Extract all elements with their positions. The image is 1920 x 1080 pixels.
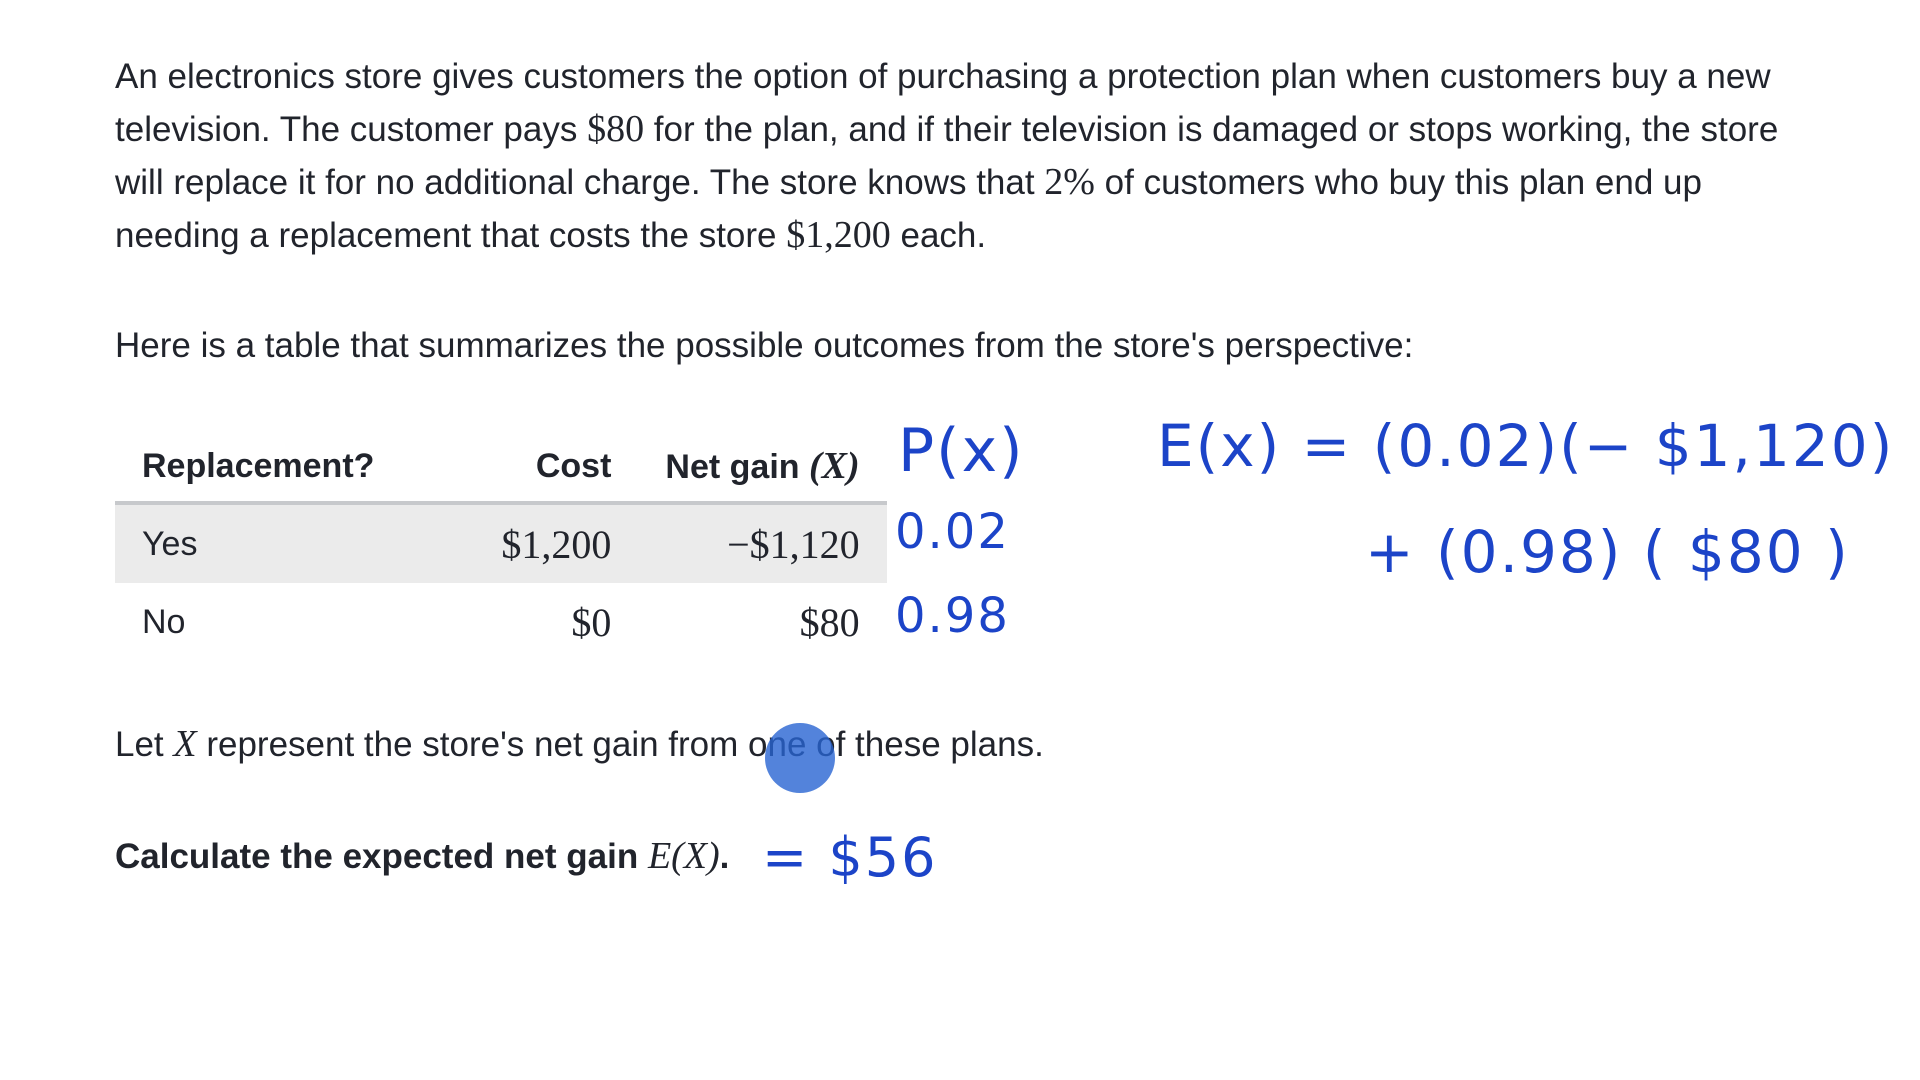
handwritten-expectation-line-2: + (0.98) ( $80 ) xyxy=(1365,518,1850,586)
problem-statement: An electronics store gives customers the… xyxy=(115,50,1795,262)
table-row: No $0 $80 xyxy=(115,583,887,661)
cell-net-gain: $80 xyxy=(799,599,860,645)
header-net-gain: Net gain (X) xyxy=(638,435,887,505)
cell-cost: $1,200 xyxy=(474,503,639,583)
handwritten-probability-no: 0.98 xyxy=(895,588,1010,644)
cell-net-gain: −$1,120 xyxy=(638,503,887,583)
question-end: . xyxy=(719,837,730,876)
replacement-cost: $1,200 xyxy=(786,214,891,256)
header-net-gain-variable: (X) xyxy=(808,445,860,487)
pointer-cursor xyxy=(765,723,835,793)
header-net-gain-label: Net gain xyxy=(665,448,809,486)
variable-definition: Let X represent the store's net gain fro… xyxy=(115,718,1044,771)
header-replacement: Replacement? xyxy=(115,435,475,505)
handwritten-probability-header: P(x) xyxy=(898,416,1025,486)
question-expectation: E(X) xyxy=(647,835,720,877)
plan-price: $80 xyxy=(587,108,645,150)
cell-cost: $0 xyxy=(571,599,612,645)
header-cost: Cost xyxy=(474,435,639,505)
table-intro-text: Here is a table that summarizes the poss… xyxy=(115,326,1414,365)
handwritten-answer: = $56 xyxy=(762,826,938,889)
intro-text-4: each. xyxy=(890,216,987,255)
handwritten-probability-yes: 0.02 xyxy=(895,504,1010,560)
question-text: Calculate the expected net gain xyxy=(115,837,648,876)
table-header-row: Replacement? Cost Net gain (X) xyxy=(115,435,887,505)
cell-replacement: Yes xyxy=(115,503,475,583)
table-row: Yes $1,200 −$1,120 xyxy=(115,503,887,583)
question-prompt: Calculate the expected net gain E(X). xyxy=(115,830,729,883)
handwritten-expectation-line-1: E(x) = (0.02)(− $1,120) xyxy=(1157,412,1895,480)
variable-x: X xyxy=(173,723,197,765)
let-x-text-2: represent the store's net gain from one … xyxy=(196,725,1044,764)
cell-replacement: No xyxy=(142,602,186,641)
outcomes-table: Replacement? Cost Net gain (X) Yes $1,20… xyxy=(115,435,887,661)
let-x-text-1: Let xyxy=(115,725,174,764)
replacement-percent: 2% xyxy=(1044,161,1095,203)
